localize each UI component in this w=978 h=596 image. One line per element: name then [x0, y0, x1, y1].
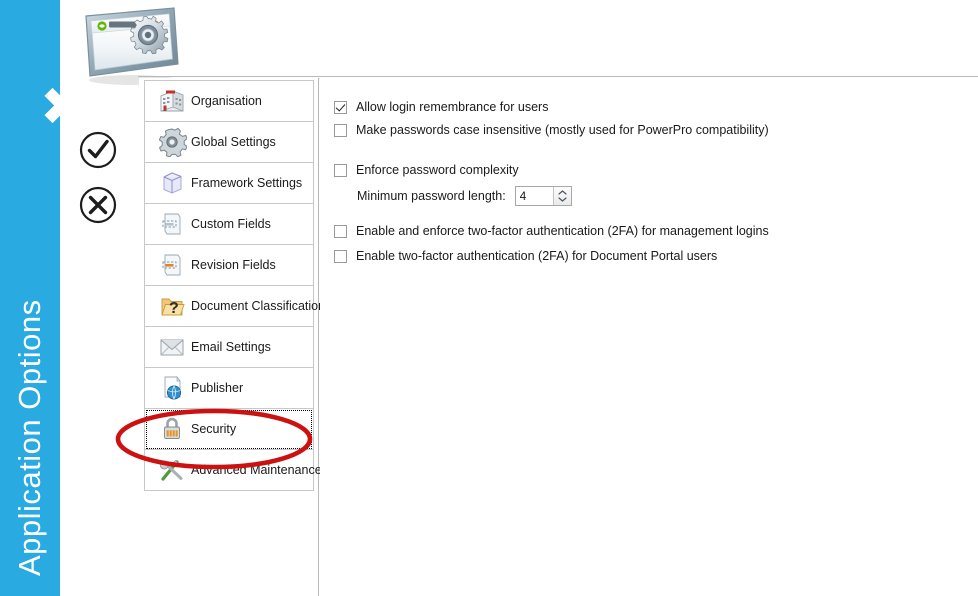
envelope-icon	[153, 330, 191, 364]
sidebar-item-organisation[interactable]: Organisation	[145, 81, 313, 122]
cube-icon	[153, 166, 191, 200]
document-revision-icon	[153, 248, 191, 282]
checkbox-label: Allow login remembrance for users	[356, 100, 549, 114]
sidebar-item-advanced-maintenance[interactable]: Advanced Maintenance	[145, 450, 322, 491]
cancel-button[interactable]	[79, 186, 117, 224]
checkbox-case-insensitive-passwords[interactable]	[334, 124, 347, 137]
padlock-icon	[164, 417, 180, 439]
checkbox-label: Enable and enforce two-factor authentica…	[356, 224, 769, 238]
gear-icon	[153, 125, 191, 159]
chevron-up-icon	[558, 190, 567, 195]
checkbox-allow-login-remembrance[interactable]	[334, 101, 347, 114]
cube-icon	[163, 172, 182, 194]
document-field-icon	[153, 207, 191, 241]
sidebar-item-custom-fields[interactable]: Custom Fields	[145, 204, 313, 245]
envelope-icon	[160, 339, 184, 356]
sidebar-item-label: Document Classifications	[191, 299, 332, 313]
sidebar-item-document-classifications[interactable]: ? Document Classifications	[145, 286, 331, 327]
document-revision-icon	[162, 254, 181, 276]
checkbox-row-allow-login-remembrance[interactable]: Allow login remembrance for users	[334, 100, 548, 114]
sidebar-item-label: Email Settings	[191, 340, 271, 354]
folder-question-icon: ?	[153, 289, 191, 323]
checkbox-2fa-document-portal[interactable]	[334, 250, 347, 263]
minimum-password-length-stepper[interactable]	[514, 186, 572, 206]
sidebar-item-label: Custom Fields	[191, 217, 271, 231]
application-options-dialog: Application Options Organisation Global …	[0, 0, 978, 596]
checkbox-label: Enable two-factor authentication (2FA) f…	[356, 249, 718, 263]
globe-document-icon	[164, 375, 182, 400]
sidebar-item-label: Publisher	[191, 381, 244, 395]
padlock-icon	[153, 412, 191, 446]
folder-question-icon: ?	[161, 298, 185, 317]
chevron-down-icon	[558, 197, 567, 202]
checkbox-enforce-password-complexity[interactable]	[334, 164, 347, 177]
sidebar-item-label: Framework Settings	[191, 176, 303, 190]
building-icon	[153, 84, 191, 118]
minimum-password-length-label: Minimum password length:	[357, 189, 506, 203]
sidebar-item-revision-fields[interactable]: Revision Fields	[145, 245, 313, 286]
checkbox-row-enforce-password-complexity[interactable]: Enforce password complexity	[334, 163, 519, 177]
banner-chevron-icon	[38, 86, 62, 136]
globe-document-icon	[153, 371, 191, 405]
ok-button[interactable]	[79, 131, 117, 169]
gear-icon	[158, 127, 187, 157]
checkbox-2fa-management-logins[interactable]	[334, 225, 347, 238]
security-settings-panel: Allow login remembrance for users Make p…	[320, 78, 978, 596]
sidebar-item-publisher[interactable]: Publisher	[145, 368, 313, 409]
stepper-arrows[interactable]	[552, 187, 571, 205]
sidebar-item-framework-settings[interactable]: Framework Settings	[145, 163, 313, 204]
settings-category-list: Organisation Global Settings Framework S…	[144, 80, 331, 491]
sidebar-item-label: Organisation	[191, 94, 262, 108]
top-divider	[138, 76, 978, 77]
sidebar-item-label: Global Settings	[191, 135, 276, 149]
checkbox-row-case-insensitive-passwords[interactable]: Make passwords case insensitive (mostly …	[334, 123, 769, 137]
tools-icon	[159, 459, 183, 481]
sidebar-item-security[interactable]: Security	[145, 409, 313, 450]
minimum-password-length-row: Minimum password length:	[357, 186, 572, 206]
sidebar-item-global-settings[interactable]: Global Settings	[145, 122, 313, 163]
sidebar-item-label: Security	[191, 422, 237, 436]
sidebar-item-label: Advanced Maintenance	[191, 463, 322, 477]
checkbox-label: Enforce password complexity	[356, 163, 519, 177]
sidebar-item-label: Revision Fields	[191, 258, 276, 272]
building-icon	[160, 90, 184, 112]
tools-icon	[153, 453, 191, 487]
settings-sidebar: Organisation Global Settings Framework S…	[139, 78, 331, 596]
svg-text:?: ?	[169, 300, 179, 317]
sidebar-item-email-settings[interactable]: Email Settings	[145, 327, 313, 368]
document-field-icon	[162, 213, 181, 235]
checkbox-row-2fa-management[interactable]: Enable and enforce two-factor authentica…	[334, 224, 769, 238]
checkbox-label: Make passwords case insensitive (mostly …	[356, 123, 769, 137]
checkbox-row-2fa-document-portal[interactable]: Enable two-factor authentication (2FA) f…	[334, 249, 717, 263]
minimum-password-length-input[interactable]	[515, 187, 553, 205]
